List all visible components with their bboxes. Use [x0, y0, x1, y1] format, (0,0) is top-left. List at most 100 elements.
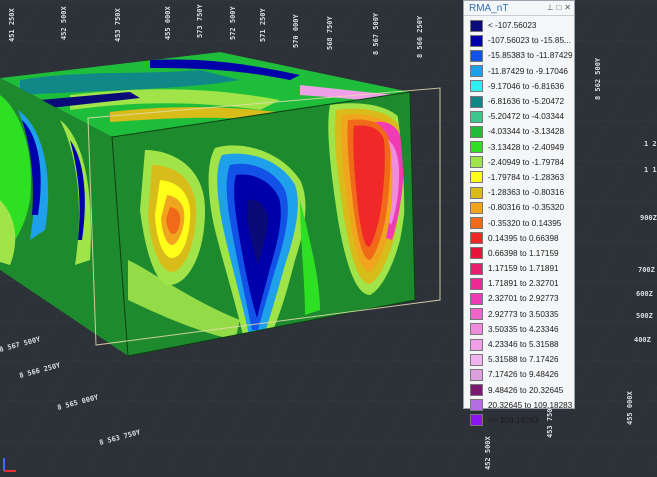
legend-swatch [470, 384, 483, 397]
legend-swatch [470, 262, 483, 275]
axis-label: 571 250Y [259, 7, 267, 42]
legend-item: -1.28363 to -0.80316 [470, 185, 572, 200]
legend-swatch [470, 368, 483, 381]
legend-title: RMA_nT [469, 2, 509, 14]
legend-label: 20.32645 to 109.18283 [488, 400, 573, 410]
legend-item: 9.48426 to 20.32645 [470, 383, 572, 398]
legend-swatch [470, 399, 483, 412]
legend-label: >= 109.18283 [488, 415, 539, 425]
axis-label: 500Z [636, 312, 653, 320]
legend-item: 0.66398 to 1.17159 [470, 246, 572, 261]
legend-swatch [470, 65, 483, 78]
legend-item: -11.87429 to -9.17046 [470, 64, 572, 79]
legend-item: 7.17426 to 9.48426 [470, 367, 572, 382]
legend-swatch [470, 186, 483, 199]
legend-label: -15.85383 to -11.87429 [488, 51, 573, 61]
legend-label: 5.31588 to 7.17426 [488, 355, 559, 365]
legend-label: 1.71891 to 2.32701 [488, 279, 559, 289]
legend-item: >= 109.18283 [470, 413, 572, 428]
legend-label: -107.56023 to -15.85... [488, 36, 571, 46]
axis-label: 900Z [640, 214, 657, 222]
legend-swatch [470, 277, 483, 290]
legend-swatch [470, 217, 483, 230]
legend-item: -3.13428 to -2.40949 [470, 140, 572, 155]
legend-label: -0.35320 to 0.14395 [488, 218, 562, 228]
legend-label: 4.23346 to 5.31588 [488, 340, 559, 350]
legend-item: 0.14395 to 0.66398 [470, 231, 572, 246]
legend-item: -0.80316 to -0.35320 [470, 200, 572, 215]
axis-label: 572 500Y [229, 5, 237, 40]
legend-swatch [470, 338, 483, 351]
legend-item: < -107.56023 [470, 18, 572, 33]
legend-label: 2.92773 to 3.50335 [488, 309, 559, 319]
legend-item: -2.40949 to -1.79784 [470, 155, 572, 170]
legend-swatch [470, 125, 483, 138]
axis-label: 8 566 250Y [416, 15, 424, 58]
legend-label: -3.13428 to -2.40949 [488, 142, 565, 152]
legend-header: RMA_nT ⊥ □ ✕ [464, 1, 574, 16]
legend-swatch [470, 414, 483, 427]
legend-swatch [470, 49, 483, 62]
axis-label: 1 1 [644, 166, 657, 174]
legend-label: -9.17046 to -6.81636 [488, 81, 565, 91]
legend-item: 3.50335 to 4.23346 [470, 322, 572, 337]
legend-label: -6.81636 to -5.20472 [488, 97, 565, 107]
legend-swatch [470, 323, 483, 336]
legend-swatch [470, 232, 483, 245]
legend-swatch [470, 308, 483, 321]
legend-label: 1.17159 to 1.71891 [488, 264, 559, 274]
legend-label: 3.50335 to 4.23346 [488, 324, 559, 334]
legend-label: -1.79784 to -1.28363 [488, 172, 565, 182]
legend-swatch [470, 80, 483, 93]
legend-label: -0.80316 to -0.35320 [488, 203, 565, 213]
legend-swatch [470, 34, 483, 47]
legend-item: -9.17046 to -6.81636 [470, 79, 572, 94]
legend-panel[interactable]: RMA_nT ⊥ □ ✕ < -107.56023 -107.56023 to -… [463, 0, 575, 427]
legend-swatch [470, 353, 483, 366]
legend-label: -1.28363 to -0.80316 [488, 188, 565, 198]
legend-item: -4.03344 to -3.13428 [470, 124, 572, 139]
pin-icon[interactable]: ⊥ [546, 3, 553, 13]
legend-swatch [470, 95, 483, 108]
legend-label: 0.66398 to 1.17159 [488, 248, 559, 258]
legend-label: -4.03344 to -3.13428 [488, 127, 565, 137]
legend-item: 4.23346 to 5.31588 [470, 337, 572, 352]
legend-item: -1.79784 to -1.28363 [470, 170, 572, 185]
axis-label: 700Z [638, 266, 655, 274]
axis-label: 455 000X [626, 390, 634, 425]
axis-label: 8 562 500Y [594, 57, 602, 100]
axis-label: 451 250X [8, 7, 16, 42]
axis-label: 573 750Y [196, 3, 204, 38]
legend-item: 20.32645 to 109.18283 [470, 398, 572, 413]
axis-label: 1 2 [644, 140, 657, 148]
axis-label: 600Z [636, 290, 653, 298]
legend-item: -15.85383 to -11.87429 [470, 48, 573, 63]
legend-list: < -107.56023 -107.56023 to -15.85... -15.8… [470, 18, 573, 428]
legend-item: 2.92773 to 3.50335 [470, 307, 572, 322]
legend-label: -5.20472 to -4.03344 [488, 112, 565, 122]
legend-label: 9.48426 to 20.32645 [488, 385, 564, 395]
legend-swatch [470, 156, 483, 169]
axis-label: 8 567 500Y [372, 12, 380, 55]
legend-swatch [470, 19, 483, 32]
legend-item: -6.81636 to -5.20472 [470, 94, 572, 109]
legend-label: 0.14395 to 0.66398 [488, 233, 559, 243]
legend-item: -5.20472 to -4.03344 [470, 109, 572, 124]
restore-icon[interactable]: □ [556, 3, 561, 13]
axis-label: 400Z [634, 336, 651, 344]
legend-item: 2.32701 to 2.92773 [470, 291, 572, 306]
legend-label: 2.32701 to 2.92773 [488, 294, 559, 304]
axis-gizmo [0, 455, 20, 477]
legend-swatch [470, 201, 483, 214]
legend-label: -11.87429 to -9.17046 [488, 66, 568, 76]
legend-label: 7.17426 to 9.48426 [488, 370, 559, 380]
legend-item: -0.35320 to 0.14395 [470, 215, 572, 230]
axis-label: 452 500X [60, 5, 68, 40]
close-icon[interactable]: ✕ [564, 3, 571, 13]
axis-label: 453 750X [114, 7, 122, 42]
axis-label: 570 000Y [292, 13, 300, 48]
axis-label: 568 750Y [326, 15, 334, 50]
legend-label: < -107.56023 [488, 21, 537, 31]
axis-label: 452 500X [484, 435, 492, 470]
legend-swatch [470, 141, 483, 154]
